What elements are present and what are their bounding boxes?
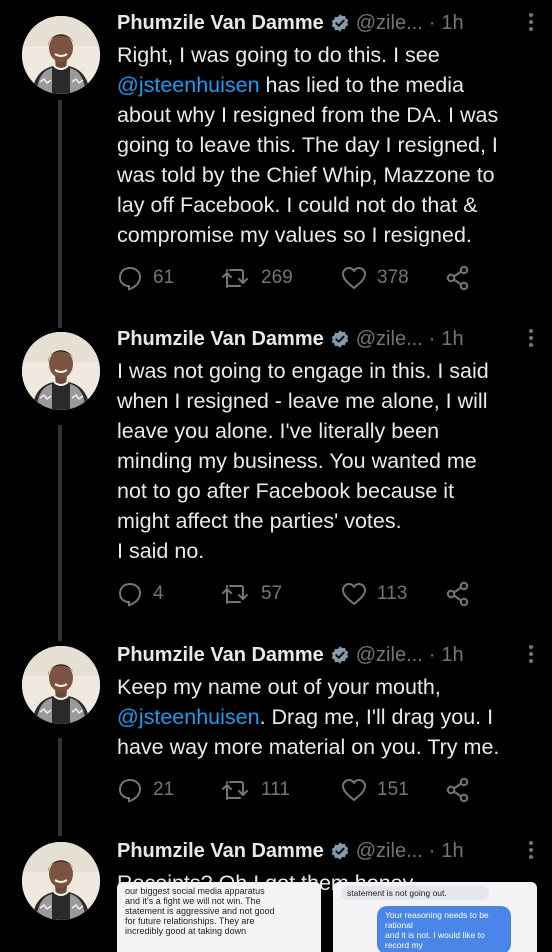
avatar[interactable] — [22, 332, 100, 410]
like-button[interactable]: 113 — [341, 582, 445, 606]
reply-icon — [117, 265, 143, 291]
tweet-text-part: has lied to the media about why I resign… — [117, 73, 499, 247]
verified-badge-icon — [330, 841, 350, 861]
tweet-text: Keep my name out of your mouth, @jsteenh… — [117, 672, 538, 762]
retweet-button[interactable]: 57 — [221, 581, 341, 607]
like-button[interactable]: 151 — [341, 778, 445, 802]
reply-count: 4 — [153, 583, 164, 604]
media-image-left[interactable]: our biggest social media apparatus and i… — [117, 882, 321, 952]
like-button[interactable]: 378 — [341, 266, 445, 290]
thread-line — [58, 738, 62, 836]
verified-badge-icon — [330, 645, 350, 665]
like-count: 151 — [377, 779, 409, 800]
share-icon — [445, 777, 471, 803]
media-image-right[interactable]: statement is not going out. Your reasoni… — [333, 882, 537, 952]
timestamp[interactable]: 1h — [441, 12, 463, 35]
tweet-header: Phumzile Van Damme @zile... · 1h — [117, 640, 538, 670]
heart-icon — [341, 582, 367, 606]
avatar[interactable] — [22, 646, 100, 724]
reply-icon — [117, 581, 143, 607]
reply-button[interactable]: 4 — [117, 581, 221, 607]
author-name[interactable]: Phumzile Van Damme — [117, 328, 324, 351]
retweet-icon — [221, 777, 251, 803]
author-handle[interactable]: @zile... — [356, 12, 423, 35]
retweet-count: 111 — [261, 779, 290, 800]
avatar[interactable] — [22, 842, 100, 920]
heart-icon — [341, 778, 367, 802]
tweet-text: I was not going to engage in this. I sai… — [117, 359, 489, 563]
like-count: 378 — [377, 267, 409, 288]
tweet-header: Phumzile Van Damme @zile... · 1h — [117, 8, 538, 38]
like-count: 113 — [377, 583, 408, 604]
heart-icon — [341, 266, 367, 290]
reply-button[interactable]: 61 — [117, 265, 221, 291]
retweet-button[interactable]: 111 — [221, 777, 341, 803]
tweet-text-part: Right, I was going to do this. I see — [117, 43, 440, 67]
separator: · — [428, 643, 436, 666]
thread-line — [58, 425, 62, 641]
author-name[interactable]: Phumzile Van Damme — [117, 840, 324, 863]
share-button[interactable] — [445, 265, 471, 291]
tweet-header: Phumzile Van Damme @zile... · 1h — [117, 324, 538, 354]
share-icon — [445, 265, 471, 291]
tweet-actions: 21 111 151 — [117, 776, 538, 804]
mention-link[interactable]: @jsteenhuisen — [117, 705, 260, 729]
tweet-actions: 4 57 113 — [117, 580, 538, 608]
share-button[interactable] — [445, 777, 471, 803]
tweet-media[interactable]: our biggest social media apparatus and i… — [117, 882, 537, 952]
share-button[interactable] — [445, 581, 471, 607]
separator: · — [428, 11, 436, 34]
reply-count: 61 — [153, 267, 175, 288]
tweet-text: Right, I was going to do this. I see @js… — [117, 40, 538, 250]
author-handle[interactable]: @zile... — [356, 644, 423, 667]
retweet-icon — [221, 265, 251, 291]
tweet-text-part: Keep my name out of your mouth, — [117, 675, 441, 699]
verified-badge-icon — [330, 13, 350, 33]
tweet-header: Phumzile Van Damme @zile... · 1h — [117, 836, 538, 866]
avatar[interactable] — [22, 16, 100, 94]
retweet-count: 57 — [261, 583, 283, 604]
retweet-icon — [221, 581, 251, 607]
chat-bubble-received: statement is not going out. — [341, 886, 489, 900]
reply-button[interactable]: 21 — [117, 777, 221, 803]
tweet-actions: 61 269 378 — [117, 264, 538, 292]
author-handle[interactable]: @zile... — [356, 840, 423, 863]
timestamp[interactable]: 1h — [441, 644, 463, 667]
timestamp[interactable]: 1h — [441, 328, 463, 351]
reply-icon — [117, 777, 143, 803]
separator: · — [428, 327, 436, 350]
retweet-button[interactable]: 269 — [221, 265, 341, 291]
retweet-count: 269 — [261, 267, 293, 288]
author-name[interactable]: Phumzile Van Damme — [117, 12, 324, 35]
reply-count: 21 — [153, 779, 175, 800]
mention-link[interactable]: @jsteenhuisen — [117, 73, 260, 97]
verified-badge-icon — [330, 329, 350, 349]
share-icon — [445, 581, 471, 607]
timestamp[interactable]: 1h — [441, 840, 463, 863]
author-name[interactable]: Phumzile Van Damme — [117, 644, 324, 667]
thread-line — [58, 100, 62, 328]
author-handle[interactable]: @zile... — [356, 328, 423, 351]
chat-bubble-sent: Your reasoning needs to be rational and … — [377, 906, 511, 952]
separator: · — [428, 839, 436, 862]
